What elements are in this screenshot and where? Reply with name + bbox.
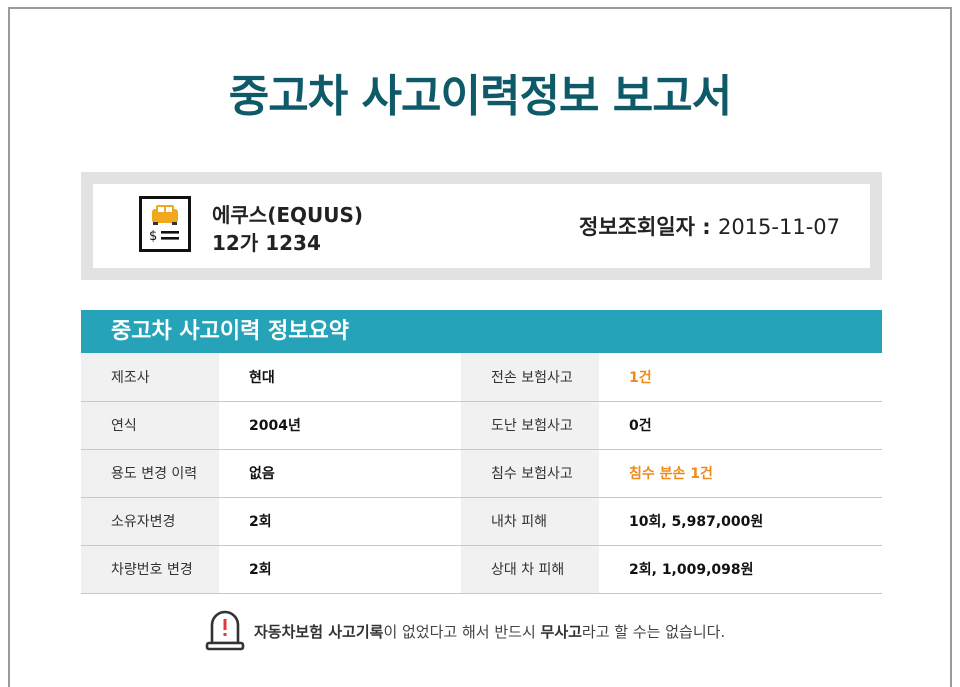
row-label: 연식 [81, 401, 219, 450]
row-value: 0건 [599, 401, 882, 450]
row-label: 차량번호 변경 [81, 545, 219, 594]
inquiry-date-label: 정보조회일자 : [579, 215, 711, 239]
summary-header: 중고차 사고이력 정보요약 [81, 310, 882, 353]
table-row: 연식 2004년 도난 보험사고 0건 [81, 401, 882, 450]
warning-siren-icon [205, 610, 245, 651]
row-value: 10회, 5,987,000원 [599, 497, 882, 546]
row-label: 소유자변경 [81, 497, 219, 546]
inquiry-date-value: 2015-11-07 [717, 215, 840, 239]
row-label: 전손 보험사고 [461, 353, 599, 402]
vehicle-plate: 12가 1234 [212, 231, 321, 255]
row-label: 내차 피해 [461, 497, 599, 546]
vehicle-name: 에쿠스(EQUUS) [212, 203, 364, 227]
notice-emphasis: 자동차보험 사고기록 [254, 623, 384, 641]
notice: 자동차보험 사고기록이 없었다고 해서 반드시 무사고라고 할 수는 없습니다. [204, 607, 804, 653]
row-label: 상대 차 피해 [461, 545, 599, 594]
row-label: 도난 보험사고 [461, 401, 599, 450]
car-price-icon: $ [139, 196, 191, 252]
row-value: 없음 [219, 449, 461, 498]
row-value: 2회 [219, 545, 461, 594]
notice-plain: 이 없었다고 해서 반드시 [383, 623, 541, 641]
row-value-highlight: 침수 분손 1건 [599, 449, 882, 498]
row-value: 2004년 [219, 401, 461, 450]
notice-plain: 라고 할 수는 없습니다. [581, 623, 726, 641]
row-label: 제조사 [81, 353, 219, 402]
vehicle-info-box: $ 에쿠스(EQUUS) 12가 1234 정보조회일자 : 2015-11-0… [81, 172, 882, 280]
vehicle-info-inner: $ 에쿠스(EQUUS) 12가 1234 정보조회일자 : 2015-11-0… [93, 184, 870, 268]
row-value: 2회, 1,009,098원 [599, 545, 882, 594]
summary-table: 제조사 현대 전손 보험사고 1건 연식 2004년 도난 보험사고 0건 용도… [81, 353, 882, 594]
row-value-highlight: 1건 [599, 353, 882, 402]
table-row: 소유자변경 2회 내차 피해 10회, 5,987,000원 [81, 497, 882, 546]
table-row: 제조사 현대 전손 보험사고 1건 [81, 353, 882, 402]
svg-text:$: $ [149, 229, 157, 244]
row-label: 용도 변경 이력 [81, 449, 219, 498]
notice-text: 자동차보험 사고기록이 없었다고 해서 반드시 무사고라고 할 수는 없습니다. [254, 621, 725, 642]
notice-emphasis: 무사고 [540, 623, 582, 641]
row-value: 2회 [219, 497, 461, 546]
row-value: 현대 [219, 353, 461, 402]
table-row: 차량번호 변경 2회 상대 차 피해 2회, 1,009,098원 [81, 545, 882, 594]
row-label: 침수 보험사고 [461, 449, 599, 498]
inquiry-date: 정보조회일자 : 2015-11-07 [579, 211, 840, 241]
table-row: 용도 변경 이력 없음 침수 보험사고 침수 분손 1건 [81, 449, 882, 498]
page-title: 중고차 사고이력정보 보고서 [228, 71, 732, 122]
